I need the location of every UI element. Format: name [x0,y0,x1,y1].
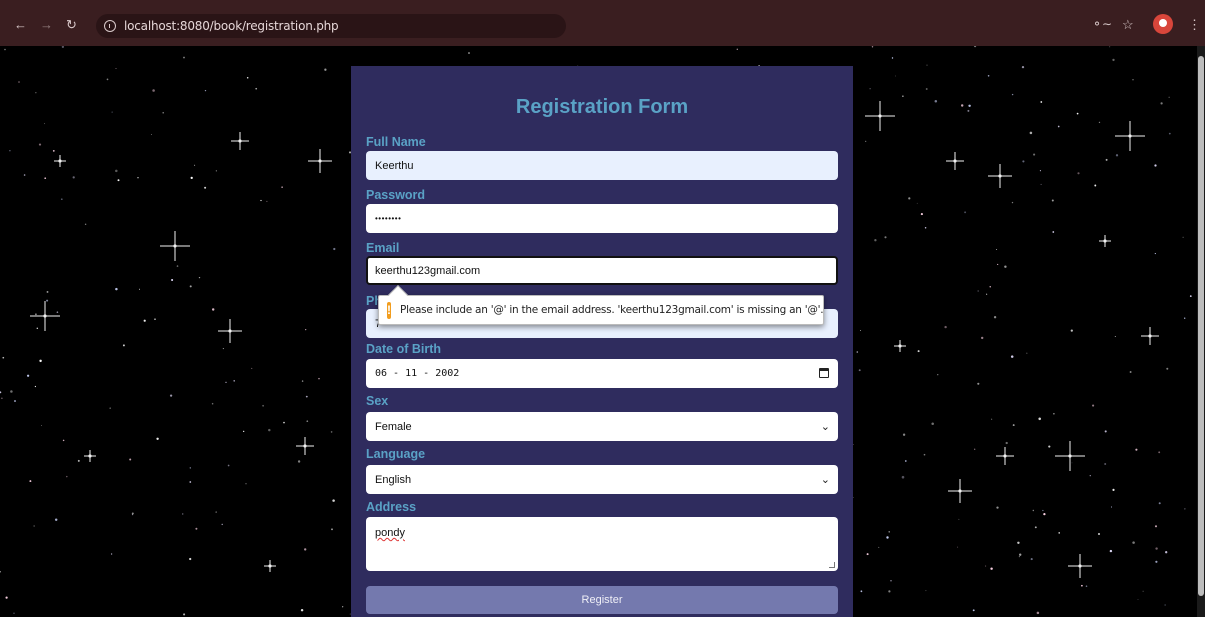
email-label: Email [366,241,400,255]
validation-tooltip: ! Please include an '@' in the email add… [378,285,824,325]
scrollbar-thumb[interactable] [1198,56,1204,596]
language-label: Language [366,447,426,461]
validation-message: Please include an '@' in the email addre… [400,304,824,316]
sex-label: Sex [366,394,389,408]
address-textarea[interactable]: pondy [366,517,838,571]
registration-panel: Registration Form Full Name Keerthu Pass… [351,66,853,617]
register-button[interactable]: Register [366,586,838,614]
chevron-down-icon: ⌄ [820,474,830,486]
page-scrollbar[interactable] [1197,46,1205,617]
bookmark-star-icon[interactable]: ☆ [1122,17,1134,33]
sex-select[interactable]: Female ⌄ [366,412,838,441]
sex-value: Female [375,420,412,433]
profile-icon[interactable] [1153,14,1173,34]
password-key-icon[interactable]: ⚬∼ [1092,17,1112,31]
forward-arrow-icon[interactable]: → [40,18,53,32]
address-label: Address [366,500,417,514]
address-bar[interactable]: localhost:8080/book/registration.php [96,14,566,38]
browser-toolbar: ← → ↻ localhost:8080/book/registration.p… [0,0,1205,46]
email-input[interactable]: keerthu123gmail.com [366,256,838,285]
warning-icon: ! [387,301,391,319]
password-input[interactable]: •••••••• [366,204,838,233]
back-arrow-icon[interactable]: ← [14,18,27,32]
full-name-input[interactable]: Keerthu [366,151,838,180]
language-value: English [375,473,412,486]
dob-input[interactable]: 06 - 11 - 2002 [366,359,838,388]
full-name-value: Keerthu [375,159,414,172]
address-value: pondy [375,527,405,539]
resize-handle-icon[interactable] [829,562,835,568]
site-info-icon[interactable] [104,20,116,32]
email-value: keerthu123gmail.com [375,264,481,277]
password-value: •••••••• [375,214,402,223]
address-bar-url[interactable]: localhost:8080/book/registration.php [124,19,339,33]
language-select[interactable]: English ⌄ [366,465,838,494]
form-title: Registration Form [515,96,689,118]
dob-label: Date of Birth [366,342,441,356]
chevron-down-icon: ⌄ [820,421,830,433]
reload-icon[interactable]: ↻ [66,18,77,32]
dob-value: 06 - 11 - 2002 [375,368,460,379]
calendar-icon[interactable] [819,368,829,378]
password-label: Password [366,188,426,202]
menu-kebab-icon[interactable]: ⋮ [1188,17,1201,33]
full-name-label: Full Name [366,135,426,149]
